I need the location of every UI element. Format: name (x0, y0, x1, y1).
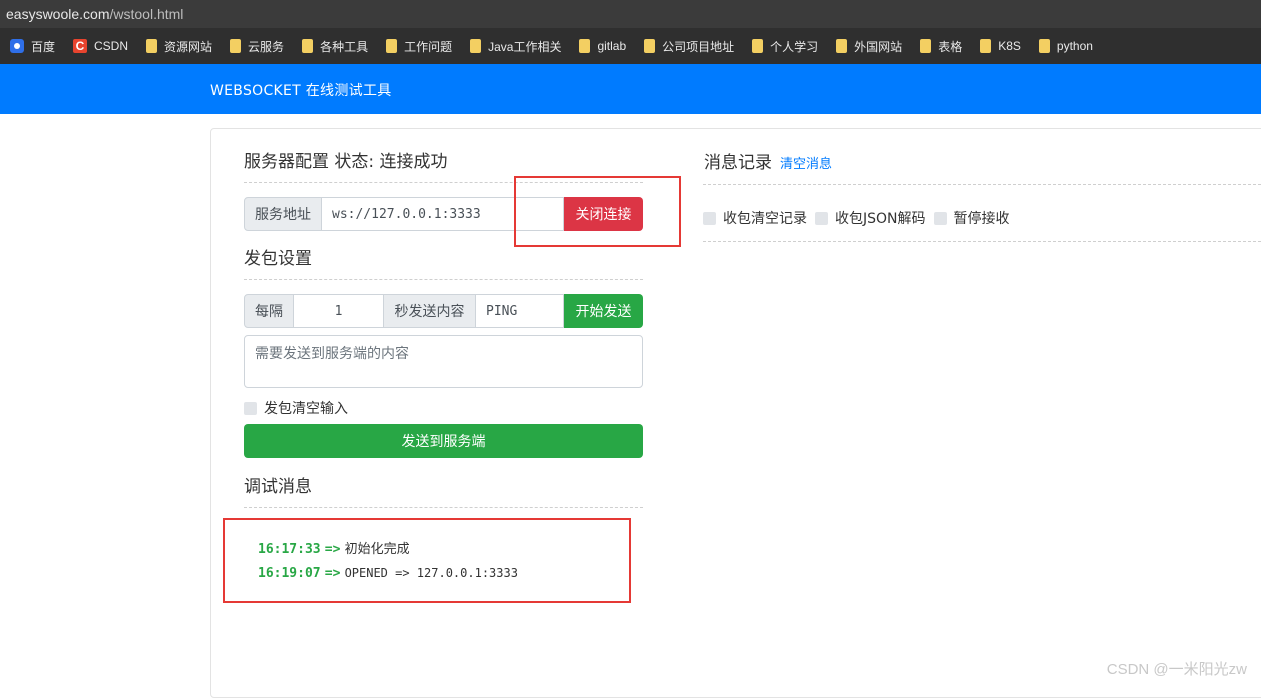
send-interval-group: 每隔 1 秒发送内容 PING 开始发送 (244, 294, 643, 328)
folder-icon (230, 39, 241, 53)
folder-icon (302, 39, 313, 53)
folder-icon (920, 39, 931, 53)
folder-icon (146, 39, 157, 53)
highlight-box (223, 518, 631, 603)
bookmark-label: 各种工具 (320, 38, 368, 55)
bookmark-folder[interactable]: 资源网站 (146, 38, 212, 55)
csdn-icon: C (73, 39, 87, 53)
bookmark-folder[interactable]: Java工作相关 (470, 38, 561, 55)
send-to-server-button[interactable]: 发送到服务端 (244, 424, 643, 458)
baidu-icon (10, 39, 24, 53)
url-host: easyswoole.com (6, 6, 110, 22)
bookmark-label: 工作问题 (404, 38, 452, 55)
folder-icon (836, 39, 847, 53)
bookmark-folder[interactable]: 外国网站 (836, 38, 902, 55)
pause-receive-checkbox[interactable] (934, 212, 947, 225)
option-label: 暂停接收 (954, 208, 1010, 228)
bookmark-label: 百度 (31, 38, 55, 55)
folder-icon (579, 39, 590, 53)
recv-clear-checkbox[interactable] (703, 212, 716, 225)
divider (244, 507, 643, 508)
option-label: 收包JSON解码 (835, 208, 926, 228)
divider (703, 184, 1261, 185)
bookmark-baidu[interactable]: 百度 (10, 38, 55, 55)
message-records-header: 消息记录 清空消息 (704, 148, 832, 173)
divider (244, 279, 643, 280)
bookmark-label: gitlab (597, 39, 626, 53)
folder-icon (644, 39, 655, 53)
server-address-label: 服务地址 (244, 197, 322, 231)
send-content-textarea[interactable]: 需要发送到服务端的内容 (244, 335, 643, 388)
clear-messages-link[interactable]: 清空消息 (780, 153, 832, 172)
divider (703, 241, 1261, 242)
recv-clear-option[interactable]: 收包清空记录 (703, 208, 807, 228)
folder-icon (752, 39, 763, 53)
bookmark-label: K8S (998, 39, 1021, 53)
auto-content-input[interactable]: PING (476, 294, 564, 328)
bookmark-label: 表格 (938, 38, 962, 55)
bookmark-label: 外国网站 (854, 38, 902, 55)
bookmark-label: CSDN (94, 39, 128, 53)
clear-input-label: 发包清空输入 (264, 398, 348, 418)
bookmark-label: 云服务 (248, 38, 284, 55)
address-bar[interactable]: easyswoole.com/wstool.html (0, 0, 1261, 28)
watermark: CSDN @一米阳光zw (1107, 658, 1247, 679)
bookmark-label: Java工作相关 (488, 38, 561, 55)
bookmark-folder[interactable]: K8S (980, 39, 1021, 53)
server-config-title: 服务器配置 状态: 连接成功 (244, 147, 448, 172)
folder-icon (980, 39, 991, 53)
clear-input-option[interactable]: 发包清空输入 (244, 398, 348, 418)
content-label: 秒发送内容 (384, 294, 476, 328)
debug-title: 调试消息 (244, 472, 312, 497)
bookmark-folder[interactable]: python (1039, 39, 1093, 53)
send-settings-title: 发包设置 (244, 244, 312, 269)
message-options: 收包清空记录 收包JSON解码 暂停接收 (703, 208, 1018, 228)
folder-icon (386, 39, 397, 53)
recv-json-option[interactable]: 收包JSON解码 (815, 208, 926, 228)
message-records-title: 消息记录 (704, 148, 772, 173)
bookmark-label: 资源网站 (164, 38, 212, 55)
interval-input[interactable]: 1 (294, 294, 384, 328)
bookmark-label: python (1057, 39, 1093, 53)
bookmark-label: 个人学习 (770, 38, 818, 55)
bookmark-folder[interactable]: 云服务 (230, 38, 284, 55)
bookmark-csdn[interactable]: C CSDN (73, 39, 128, 53)
clear-input-checkbox[interactable] (244, 402, 257, 415)
app-brand: WEBSOCKET 在线测试工具 (210, 80, 392, 100)
app-header: WEBSOCKET 在线测试工具 (0, 64, 1261, 114)
folder-icon (470, 39, 481, 53)
recv-json-checkbox[interactable] (815, 212, 828, 225)
url-path: /wstool.html (110, 6, 184, 22)
bookmark-folder[interactable]: 公司项目地址 (644, 38, 734, 55)
option-label: 收包清空记录 (723, 208, 807, 228)
highlight-box (514, 176, 681, 247)
start-send-button[interactable]: 开始发送 (564, 294, 643, 328)
bookmark-folder[interactable]: 工作问题 (386, 38, 452, 55)
bookmark-folder[interactable]: gitlab (579, 39, 626, 53)
folder-icon (1039, 39, 1050, 53)
bookmark-folder[interactable]: 各种工具 (302, 38, 368, 55)
bookmarks-bar: 百度 C CSDN 资源网站 云服务 各种工具 工作问题 Java工作相关 git… (0, 28, 1261, 64)
bookmark-folder[interactable]: 表格 (920, 38, 962, 55)
pause-receive-option[interactable]: 暂停接收 (934, 208, 1010, 228)
every-label: 每隔 (244, 294, 294, 328)
bookmark-label: 公司项目地址 (662, 38, 734, 55)
bookmark-folder[interactable]: 个人学习 (752, 38, 818, 55)
